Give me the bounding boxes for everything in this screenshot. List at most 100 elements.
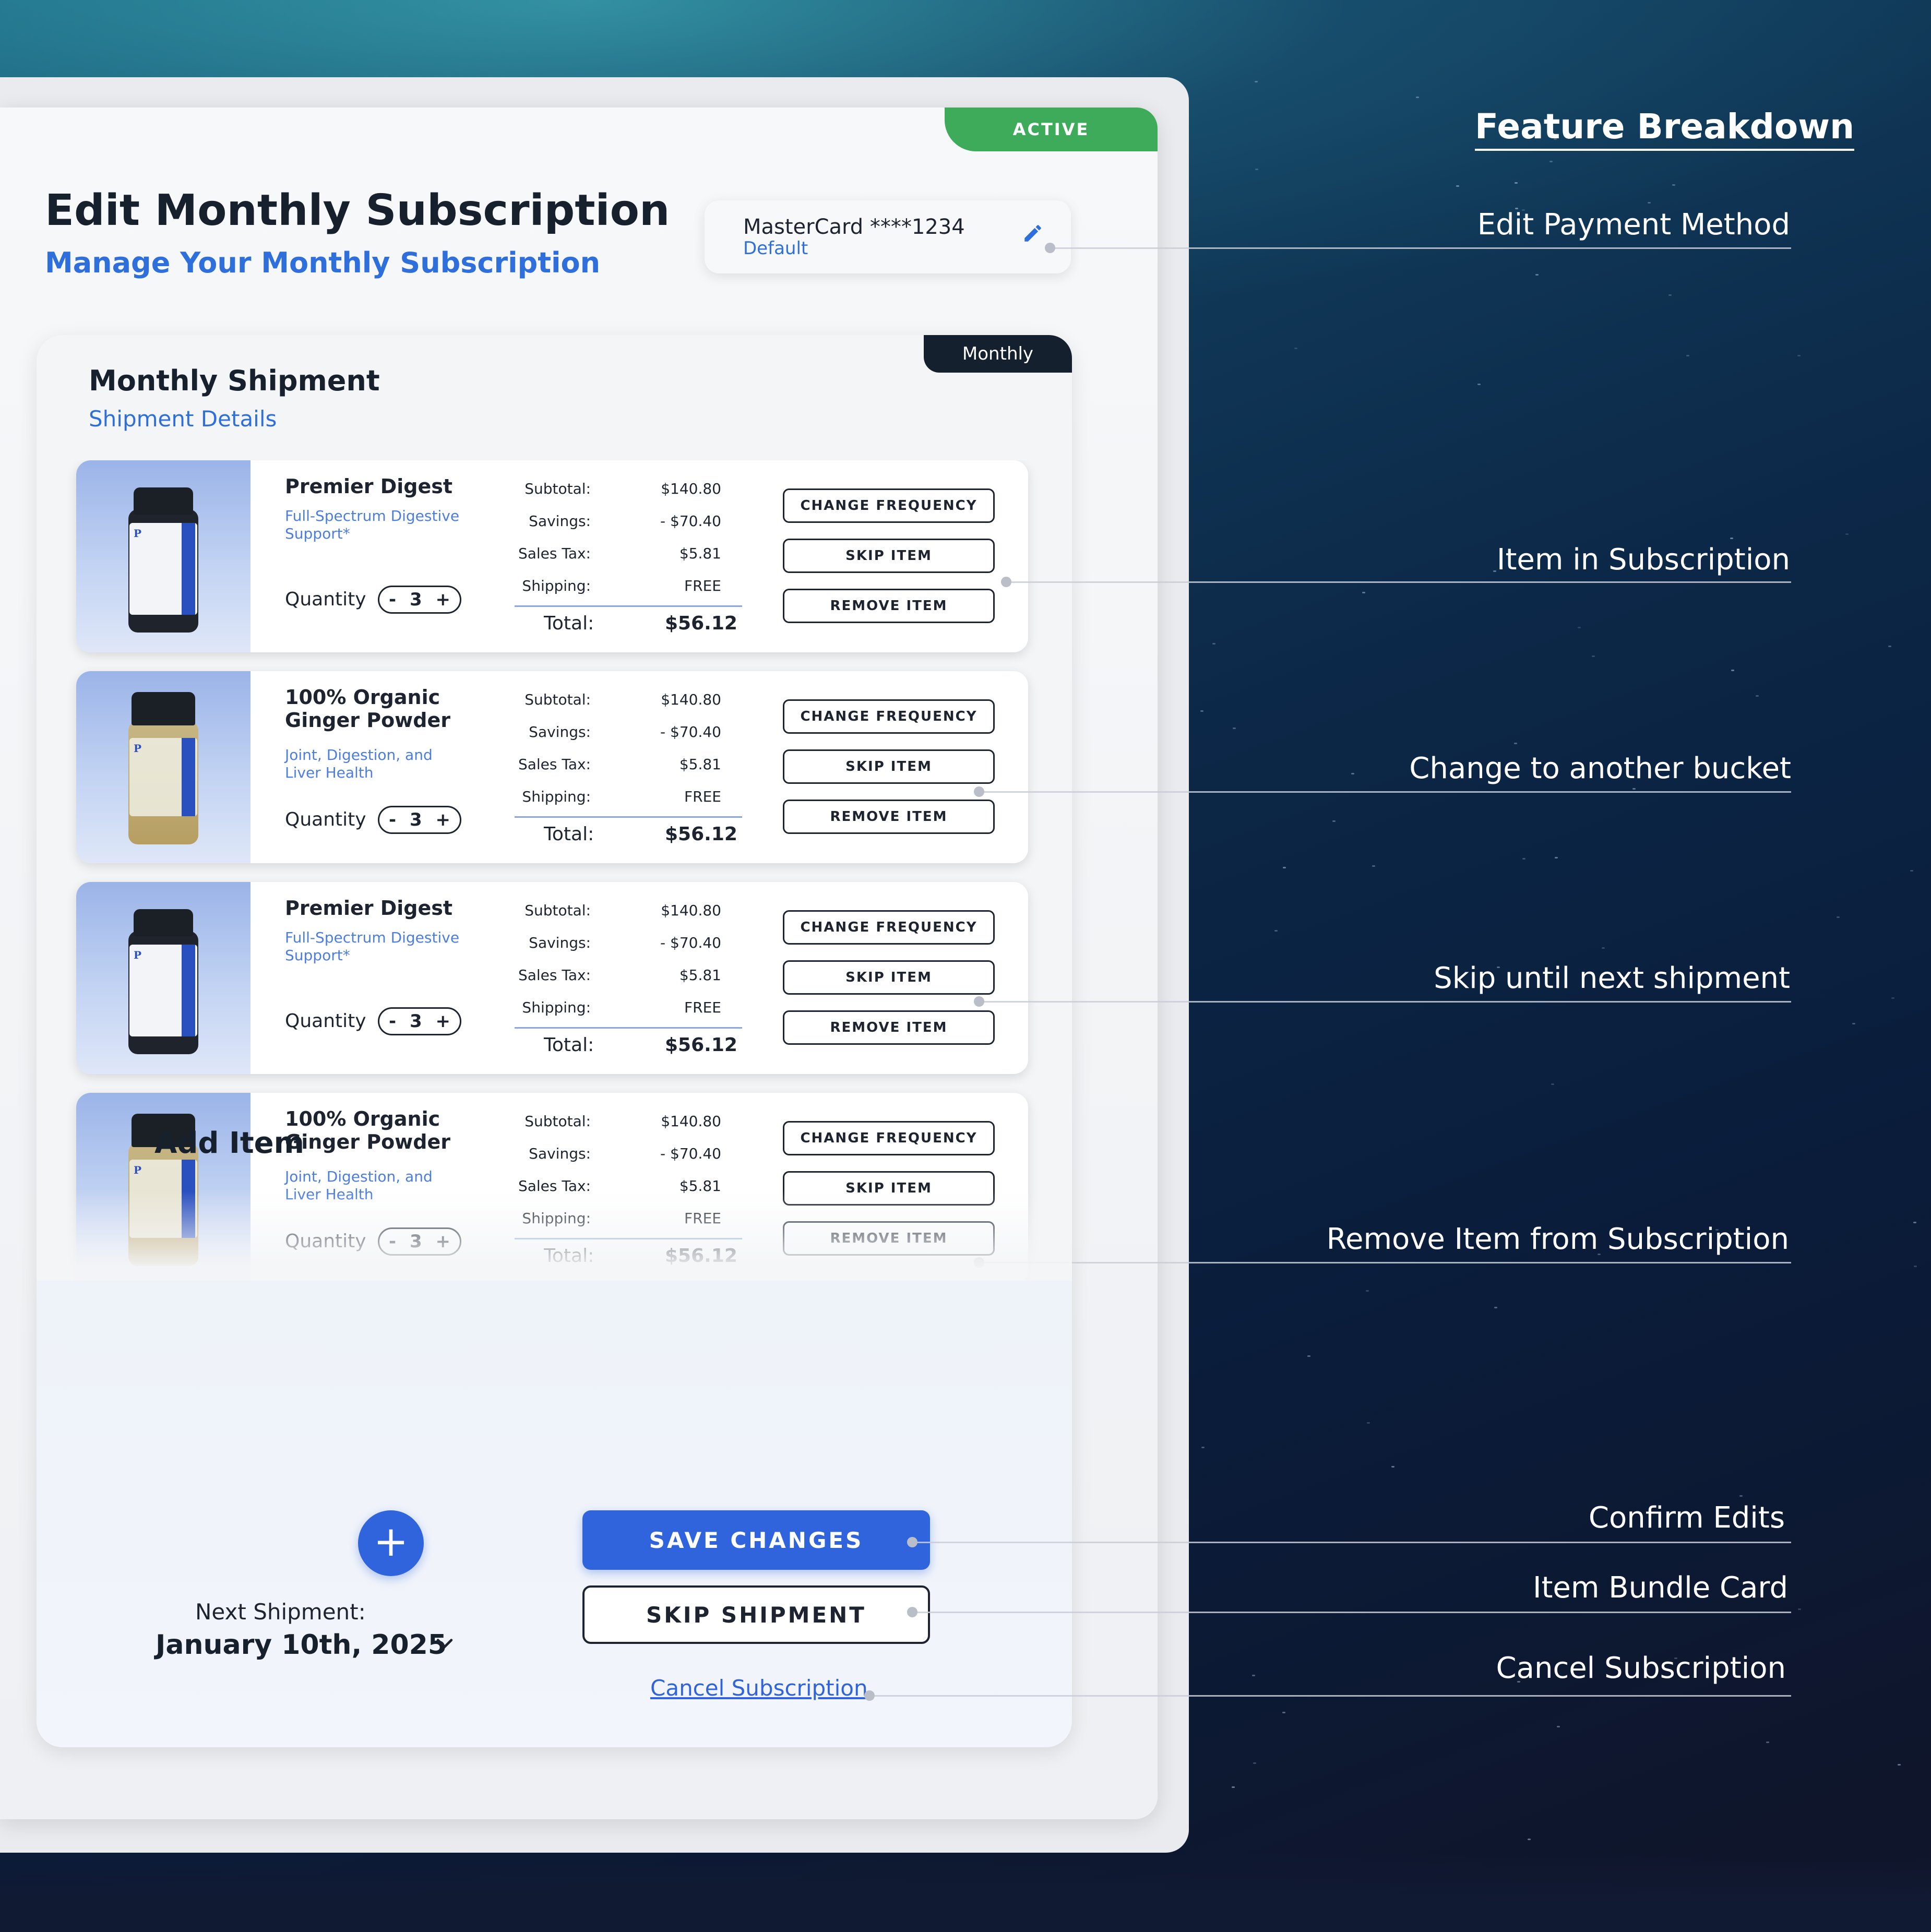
payment-method-card[interactable]: MasterCard ****1234 Default <box>705 200 1071 273</box>
change-frequency-button[interactable]: CHANGE FREQUENCY <box>783 1121 995 1155</box>
change-frequency-button[interactable]: CHANGE FREQUENCY <box>783 699 995 734</box>
shipping-label: Shipping: <box>522 788 591 805</box>
star <box>1493 570 1497 572</box>
quantity-stepper[interactable]: -3 + <box>378 586 461 614</box>
shipment-subtitle: Shipment Details <box>89 406 277 432</box>
quantity-stepper[interactable]: -3 + <box>378 806 461 834</box>
total-value: $56.12 <box>665 1034 737 1056</box>
star <box>1888 645 1891 647</box>
payment-card-name: MasterCard ****1234 <box>743 215 965 239</box>
sales-tax-label: Sales Tax: <box>518 545 591 562</box>
page-title: Edit Monthly Subscription <box>45 186 670 235</box>
star <box>1592 655 1595 658</box>
star <box>1913 1266 1917 1268</box>
callout-label: Edit Payment Method <box>1477 208 1790 242</box>
star <box>1255 169 1259 171</box>
increment-button[interactable]: + <box>435 1011 450 1032</box>
label-stripe <box>182 523 195 615</box>
total-value: $56.12 <box>665 824 737 845</box>
next-shipment-date[interactable]: January 10th, 2025 <box>156 1629 447 1661</box>
callout-dot <box>974 786 984 797</box>
skip-item-button[interactable]: SKIP ITEM <box>783 539 995 573</box>
total-divider <box>515 605 742 607</box>
pencil-icon[interactable] <box>1022 222 1044 244</box>
star <box>1648 202 1651 204</box>
bottle-label: P <box>129 945 197 1036</box>
star <box>1686 355 1689 357</box>
chevron-down-icon[interactable] <box>433 1632 456 1661</box>
savings-value: - $70.40 <box>660 512 721 530</box>
label-stripe <box>182 945 195 1036</box>
skip-shipment-button[interactable]: SKIP SHIPMENT <box>582 1585 930 1644</box>
add-item-button[interactable]: + <box>358 1510 424 1576</box>
star <box>1391 1466 1394 1468</box>
product-image: P <box>76 460 251 652</box>
star <box>1365 1290 1369 1292</box>
star <box>1551 1083 1554 1086</box>
star <box>1332 820 1336 822</box>
product-description: Joint, Digestion, and Liver Health <box>285 746 433 781</box>
remove-item-button[interactable]: REMOVE ITEM <box>783 1010 995 1045</box>
callout-line <box>1006 581 1791 583</box>
skip-item-button[interactable]: SKIP ITEM <box>783 749 995 784</box>
star <box>1891 997 1894 999</box>
quantity-value: 3 <box>409 809 422 830</box>
callout-line <box>979 1001 1791 1003</box>
shipping-value: FREE <box>684 577 721 594</box>
callout-label: Remove Item from Subscription <box>1326 1222 1789 1256</box>
sales-tax-label: Sales Tax: <box>518 967 591 984</box>
star <box>1731 669 1734 671</box>
callout-label: Cancel Subscription <box>1496 1651 1786 1685</box>
product-name: 100% Organic Ginger Powder <box>285 686 450 732</box>
star <box>1201 1447 1205 1449</box>
callout-line <box>912 1542 1791 1543</box>
subtotal-value: $140.80 <box>661 691 721 708</box>
next-shipment-label: Next Shipment: <box>195 1599 366 1625</box>
product-name: Premier Digest <box>285 475 453 498</box>
save-changes-button[interactable]: SAVE CHANGES <box>582 1510 930 1570</box>
remove-item-button[interactable]: REMOVE ITEM <box>783 589 995 623</box>
callout-label: Item Bundle Card <box>1532 1571 1788 1605</box>
star <box>1756 695 1759 697</box>
shipping-label: Shipping: <box>522 999 591 1016</box>
star <box>1836 916 1840 918</box>
star <box>1362 591 1366 593</box>
quantity-label: Quantity <box>285 589 366 610</box>
skip-item-button[interactable]: SKIP ITEM <box>783 960 995 995</box>
product-description: Full-Spectrum Digestive Support* <box>285 507 460 542</box>
star <box>1672 184 1675 186</box>
change-frequency-button[interactable]: CHANGE FREQUENCY <box>783 910 995 945</box>
cancel-subscription-link[interactable]: Cancel Subscription <box>650 1675 868 1701</box>
list-fade <box>37 1191 1072 1281</box>
callout-line <box>869 1695 1791 1697</box>
change-frequency-button[interactable]: CHANGE FREQUENCY <box>783 488 995 523</box>
total-divider <box>515 816 742 818</box>
product-description: Full-Spectrum Digestive Support* <box>285 929 460 964</box>
callout-label: Item in Subscription <box>1496 543 1790 577</box>
subtotal-label: Subtotal: <box>525 691 591 708</box>
decrement-button[interactable]: - <box>389 1011 396 1032</box>
star <box>1549 161 1553 163</box>
sales-tax-label: Sales Tax: <box>518 756 591 773</box>
star <box>1254 80 1258 82</box>
subtotal-label: Subtotal: <box>525 902 591 919</box>
savings-label: Savings: <box>529 1145 591 1162</box>
savings-label: Savings: <box>529 934 591 951</box>
savings-value: - $70.40 <box>660 1145 721 1162</box>
background-band <box>0 1853 1931 1932</box>
quantity-stepper[interactable]: -3 + <box>378 1007 461 1035</box>
decrement-button[interactable]: - <box>389 809 396 830</box>
star <box>1557 1725 1560 1727</box>
remove-item-button[interactable]: REMOVE ITEM <box>783 800 995 834</box>
savings-value: - $70.40 <box>660 934 721 951</box>
bottle-cap <box>132 692 195 725</box>
decrement-button[interactable]: - <box>389 589 396 610</box>
increment-button[interactable]: + <box>435 809 450 830</box>
star <box>1852 1023 1856 1025</box>
star <box>1910 869 1913 872</box>
brand-logo-icon: P <box>134 527 142 540</box>
increment-button[interactable]: + <box>435 589 450 610</box>
brand-logo-icon: P <box>134 742 142 755</box>
brand-logo-icon: P <box>134 949 142 961</box>
star <box>1494 1307 1498 1309</box>
